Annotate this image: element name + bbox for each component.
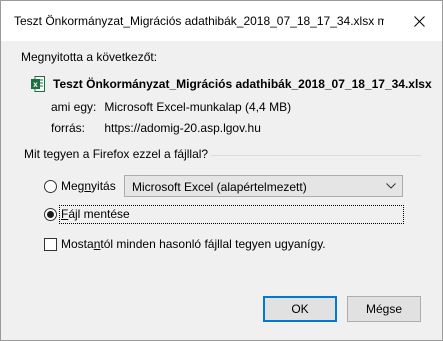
save-file-label[interactable]: Fájl mentése xyxy=(61,207,130,221)
file-type-key: ami egy: xyxy=(51,100,97,114)
title-bar[interactable]: Teszt Önkormányzat_Migrációs adathibák_2… xyxy=(1,1,442,41)
open-with-label[interactable]: Megnyitás xyxy=(61,179,116,193)
chevron-down-icon xyxy=(386,183,396,189)
close-button[interactable] xyxy=(396,1,442,41)
file-source-key: forrás: xyxy=(51,121,86,135)
svg-text:x: x xyxy=(33,80,38,89)
remember-label-post: tól minden hasonló fájllal tegyen ugyaní… xyxy=(100,237,326,251)
file-type-value: Microsoft Excel-munkalap (4,4 MB) xyxy=(104,100,292,114)
file-info: x Teszt Önkormányzat_Migrációs adathibák… xyxy=(31,76,432,92)
opened-label: Megnyitotta a következőt: xyxy=(21,50,158,64)
file-name: Teszt Önkormányzat_Migrációs adathibák_2… xyxy=(53,77,432,91)
action-group-legend: Mit tegyen a Firefox ezzel a fájllal? xyxy=(19,147,212,161)
excel-file-icon: x xyxy=(31,76,45,92)
open-with-radio[interactable] xyxy=(44,180,57,193)
cancel-button[interactable]: Mégse xyxy=(347,296,421,322)
save-file-label-post: ájl mentése xyxy=(68,207,130,221)
radio-selected-dot xyxy=(47,211,54,218)
download-dialog: Teszt Önkormányzat_Migrációs adathibák_2… xyxy=(0,0,443,341)
file-type-row: ami egy: Microsoft Excel-munkalap (4,4 M… xyxy=(51,100,291,114)
file-source-value: https://adomig-20.asp.lgov.hu xyxy=(104,121,261,135)
save-file-radio[interactable] xyxy=(44,208,57,221)
remember-choice-checkbox[interactable] xyxy=(44,238,57,251)
open-with-label-pre: Meg xyxy=(61,179,85,193)
remember-choice-label[interactable]: Mostantól minden hasonló fájllal tegyen … xyxy=(61,237,326,251)
window-title: Teszt Önkormányzat_Migrációs adathibák_2… xyxy=(14,14,384,28)
dialog-content: Megnyitotta a következőt: x Teszt Önkorm… xyxy=(1,41,442,340)
open-with-app-value: Microsoft Excel (alapértelmezett) xyxy=(132,180,307,194)
file-source-row: forrás: https://adomig-20.asp.lgov.hu xyxy=(51,121,261,135)
open-with-app-select[interactable]: Microsoft Excel (alapértelmezett) xyxy=(124,175,403,197)
ok-button[interactable]: OK xyxy=(263,296,337,322)
open-with-label-post: yitás xyxy=(91,179,116,193)
close-icon xyxy=(413,15,425,27)
remember-label-pre: Mosta xyxy=(61,237,94,251)
